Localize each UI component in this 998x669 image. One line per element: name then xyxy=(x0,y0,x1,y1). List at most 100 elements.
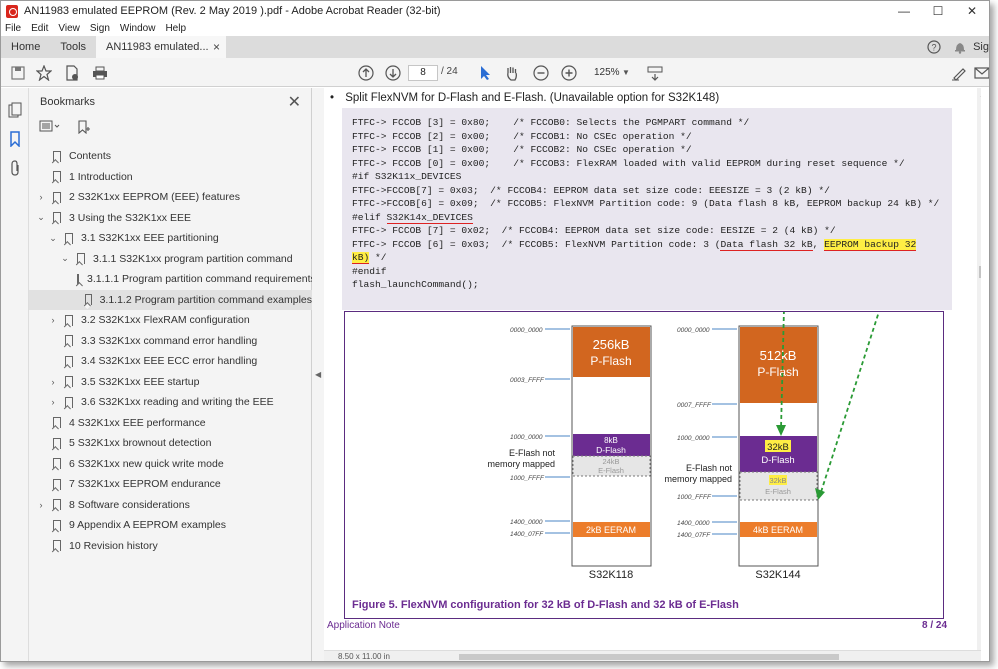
address-label: 0000_0000 xyxy=(677,327,710,334)
scroll-up-icon[interactable]: ▲ xyxy=(979,90,981,99)
vertical-scrollbar[interactable]: ▲ ▼ xyxy=(977,88,981,661)
bookmark-item[interactable]: 3.4 S32K1xx EEE ECC error handling xyxy=(29,351,312,372)
right-dflash-label: D-Flash xyxy=(761,455,794,466)
hand-tool-icon[interactable] xyxy=(501,62,523,84)
address-label: 0000_0000 xyxy=(510,327,543,334)
bookmark-item[interactable]: 9 Appendix A EEPROM examples xyxy=(29,515,312,536)
menu-file[interactable]: File xyxy=(5,23,21,34)
share-email-icon[interactable] xyxy=(971,62,989,84)
page-number-input[interactable]: 8 xyxy=(408,65,438,81)
bookmark-item[interactable]: › 8 Software considerations xyxy=(29,495,312,516)
panel-splitter[interactable]: ◀ xyxy=(312,88,324,661)
close-panel-icon[interactable]: ✕ xyxy=(288,92,301,112)
menu-window[interactable]: Window xyxy=(120,23,156,34)
bookmark-label: 3.6 S32K1xx reading and writing the EEE xyxy=(81,396,274,409)
bookmark-item[interactable]: 3.3 S32K1xx command error handling xyxy=(29,331,312,352)
expand-chevron-icon[interactable]: › xyxy=(35,500,47,510)
bookmark-item[interactable]: 10 Revision history xyxy=(29,536,312,557)
sign-in-link[interactable]: Sig xyxy=(973,41,989,53)
expand-chevron-icon[interactable]: ⌄ xyxy=(47,233,59,244)
code-line: FTFC-> FCCOB [6] = 0x03; /* FCCOB5: Flex… xyxy=(352,238,721,250)
bookmark-label: 8 Software considerations xyxy=(69,498,190,511)
tab-document[interactable]: AN11983 emulated... × xyxy=(96,36,227,58)
bookmark-item[interactable]: ⌄ 3.1 S32K1xx EEE partitioning xyxy=(29,228,312,249)
expand-chevron-icon[interactable]: › xyxy=(47,315,59,325)
tab-home[interactable]: Home xyxy=(1,36,50,58)
select-cursor-icon[interactable] xyxy=(474,62,496,84)
tab-close-icon[interactable]: × xyxy=(213,40,220,54)
eflash-note-left-2: memory mapped xyxy=(487,459,555,469)
bookmark-item[interactable]: ⌄ 3.1.1 S32K1xx program partition command xyxy=(29,249,312,270)
bookmark-star-icon[interactable] xyxy=(33,62,55,84)
bookmark-item[interactable]: › 3.6 S32K1xx reading and writing the EEE xyxy=(29,392,312,413)
left-eflash-label: E-Flash xyxy=(598,466,624,475)
menu-view[interactable]: View xyxy=(58,23,80,34)
bookmark-label: 10 Revision history xyxy=(69,539,158,552)
bookmarks-panel: Bookmarks ✕ Contents 1 Introduction › 2 S32… xyxy=(29,88,316,661)
menu-help[interactable]: Help xyxy=(165,23,186,34)
horizontal-scrollbar[interactable]: 8.50 x 11.00 in xyxy=(324,650,981,661)
bookmark-label: 3.1.1.2 Program partition command exampl… xyxy=(99,293,312,306)
zoom-out-icon[interactable] xyxy=(530,62,552,84)
sign-pen-icon[interactable] xyxy=(948,62,970,84)
document-view[interactable]: • Split FlexNVM for D-Flash and E-Flash.… xyxy=(324,88,981,661)
code-line: flash_launchCommand(); xyxy=(352,279,479,290)
expand-chevron-icon[interactable]: › xyxy=(47,377,59,387)
print-icon[interactable] xyxy=(89,62,111,84)
expand-chevron-icon[interactable]: ⌄ xyxy=(35,212,47,223)
left-dflash-size: 8kB xyxy=(604,436,618,445)
save-icon[interactable] xyxy=(7,62,29,84)
zoom-in-icon[interactable] xyxy=(558,62,580,84)
bookmarks-panel-icon[interactable] xyxy=(7,131,23,147)
bookmark-item[interactable]: › 3.5 S32K1xx EEE startup xyxy=(29,372,312,393)
close-window-button[interactable]: ✕ xyxy=(955,1,989,21)
zoom-level-select[interactable]: 125% ▼ xyxy=(584,65,632,81)
notification-bell-icon[interactable] xyxy=(947,36,973,58)
bookmark-label: 5 S32K1xx brownout detection xyxy=(69,437,212,450)
maximize-button[interactable]: ☐ xyxy=(921,1,955,21)
next-page-icon[interactable] xyxy=(382,62,404,84)
bookmark-item[interactable]: › 3.2 S32K1xx FlexRAM configuration xyxy=(29,310,312,331)
bookmark-item[interactable]: 3.1.1.2 Program partition command exampl… xyxy=(29,289,312,310)
expand-chevron-icon[interactable]: › xyxy=(35,192,47,202)
address-label: 1400_0000 xyxy=(677,520,710,527)
menu-edit[interactable]: Edit xyxy=(31,23,48,34)
bookmark-item[interactable]: 3.1.1.1 Program partition command requir… xyxy=(29,269,316,290)
window-title: AN11983 emulated EEPROM (Rev. 2 May 2019… xyxy=(24,5,441,17)
bookmark-item[interactable]: Contents xyxy=(29,146,312,167)
upload-document-icon[interactable] xyxy=(61,62,83,84)
bookmark-icon xyxy=(65,376,73,388)
scroll-mode-icon[interactable] xyxy=(644,62,666,84)
bookmark-item[interactable]: 7 S32K1xx EEPROM endurance xyxy=(29,474,312,495)
bookmark-item[interactable]: 5 S32K1xx brownout detection xyxy=(29,433,312,454)
collapse-panel-icon[interactable]: ◀ xyxy=(315,370,321,379)
address-label: 1400_07FF xyxy=(677,532,711,539)
expand-chevron-icon[interactable]: › xyxy=(47,397,59,407)
code-listing: FTFC-> FCCOB [3] = 0x80; /* FCCOB0: Sele… xyxy=(342,108,952,310)
bookmark-item[interactable]: 4 S32K1xx EEE performance xyxy=(29,413,312,434)
bullet-label: Split FlexNVM for D-Flash and E-Flash. (… xyxy=(345,92,720,104)
vertical-scroll-thumb[interactable] xyxy=(979,266,981,278)
add-bookmark-icon[interactable] xyxy=(77,120,91,137)
help-icon[interactable]: ? xyxy=(921,36,947,58)
attachments-paperclip-icon[interactable] xyxy=(7,160,23,176)
bookmark-icon xyxy=(53,519,61,531)
expand-chevron-icon[interactable]: ⌄ xyxy=(59,253,71,264)
bookmark-item[interactable]: 1 Introduction xyxy=(29,167,312,188)
bookmark-options-icon[interactable] xyxy=(39,120,61,137)
page-thumbnails-icon[interactable] xyxy=(7,102,23,118)
acrobat-app-icon xyxy=(6,4,18,18)
previous-page-icon[interactable] xyxy=(355,62,377,84)
menu-sign[interactable]: Sign xyxy=(90,23,110,34)
bookmark-item[interactable]: ⌄ 3 Using the S32K1xx EEE xyxy=(29,208,312,229)
bookmark-item[interactable]: 6 S32K1xx new quick write mode xyxy=(29,454,312,475)
horizontal-scroll-thumb[interactable] xyxy=(459,654,839,660)
bookmark-label: 3.5 S32K1xx EEE startup xyxy=(81,375,200,388)
minimize-button[interactable]: — xyxy=(887,1,921,21)
tab-tools[interactable]: Tools xyxy=(50,36,96,58)
address-label: 1000_0000 xyxy=(510,434,543,441)
bookmark-item[interactable]: › 2 S32K1xx EEPROM (EEE) features xyxy=(29,187,312,208)
bookmark-icon xyxy=(65,232,73,244)
code-line: #if S32K11x_DEVICES xyxy=(352,171,462,182)
bookmark-icon xyxy=(53,458,61,470)
